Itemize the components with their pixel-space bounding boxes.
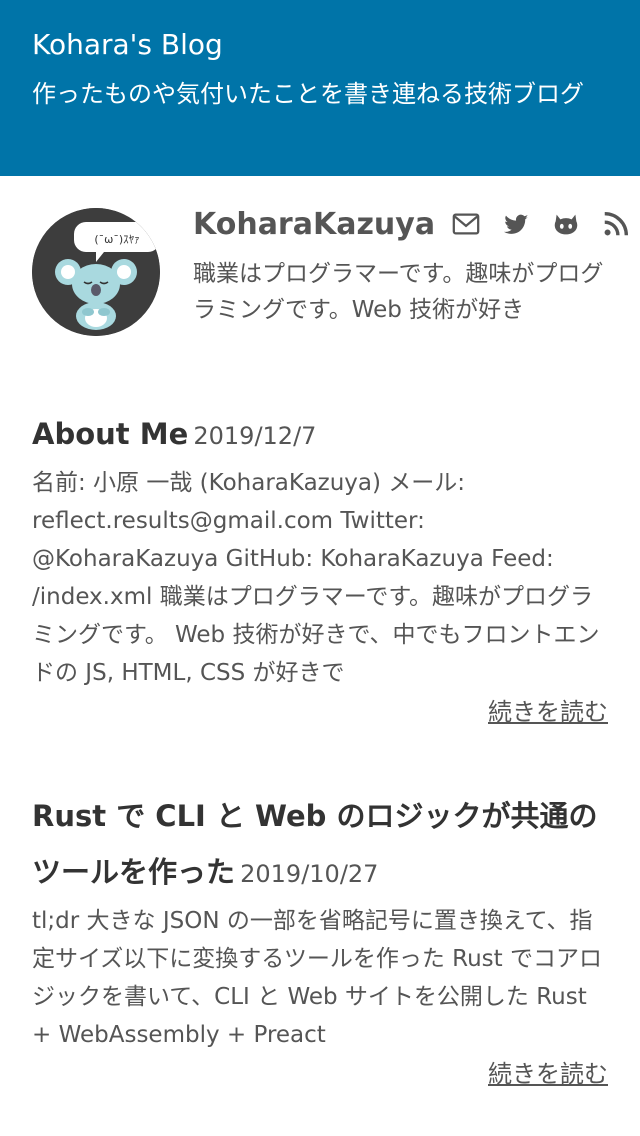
post-header: About Me 2019/12/7 bbox=[32, 406, 608, 462]
post-item: About Me 2019/12/7 名前: 小原 一哉 (KoharaKazu… bbox=[0, 406, 640, 732]
post-item: Rust で CLI と Web のロジックが共通のツールを作った 2019/1… bbox=[0, 788, 640, 1094]
avatar-bubble-text: (¯ω¯)ｽﾔｧ bbox=[94, 233, 139, 246]
read-more-row: 続きを読む bbox=[32, 1054, 608, 1094]
post-title-link[interactable]: About Me bbox=[32, 417, 188, 451]
read-more-row: 続きを読む bbox=[32, 692, 608, 732]
read-more-link[interactable]: 続きを読む bbox=[488, 698, 608, 726]
profile-section: (¯ω¯)ｽﾔｧ KoharaKazuya 職業はプログラマーです。趣味がプログ… bbox=[0, 176, 640, 406]
twitter-icon[interactable] bbox=[499, 207, 533, 241]
koala-avatar-image: (¯ω¯)ｽﾔｧ bbox=[32, 208, 160, 336]
github-icon[interactable] bbox=[549, 207, 583, 241]
avatar: (¯ω¯)ｽﾔｧ bbox=[32, 208, 160, 336]
profile-name-row: KoharaKazuya bbox=[193, 204, 640, 244]
read-more-link[interactable]: 続きを読む bbox=[488, 1060, 608, 1088]
rss-feed-icon[interactable] bbox=[599, 207, 633, 241]
mail-icon[interactable] bbox=[449, 207, 483, 241]
profile-name: KoharaKazuya bbox=[193, 206, 436, 242]
site-header: Kohara's Blog 作ったものや気付いたことを書き連ねる技術ブログ bbox=[0, 0, 640, 176]
site-title-link[interactable]: Kohara's Blog bbox=[32, 26, 608, 64]
post-date: 2019/10/27 bbox=[240, 860, 379, 888]
post-header: Rust で CLI と Web のロジックが共通のツールを作った 2019/1… bbox=[32, 788, 608, 900]
post-date: 2019/12/7 bbox=[193, 422, 317, 450]
post-excerpt: tl;dr 大きな JSON の一部を省略記号に置き換えて、指定サイズ以下に変換… bbox=[32, 908, 602, 1048]
profile-description: 職業はプログラマーです。趣味がプログラミングです。Web 技術が好き bbox=[193, 261, 604, 323]
site-subtitle: 作ったものや気付いたことを書き連ねる技術ブログ bbox=[32, 80, 584, 108]
post-excerpt: 名前: 小原 一哉 (KoharaKazuya) メール: reflect.re… bbox=[32, 470, 600, 686]
